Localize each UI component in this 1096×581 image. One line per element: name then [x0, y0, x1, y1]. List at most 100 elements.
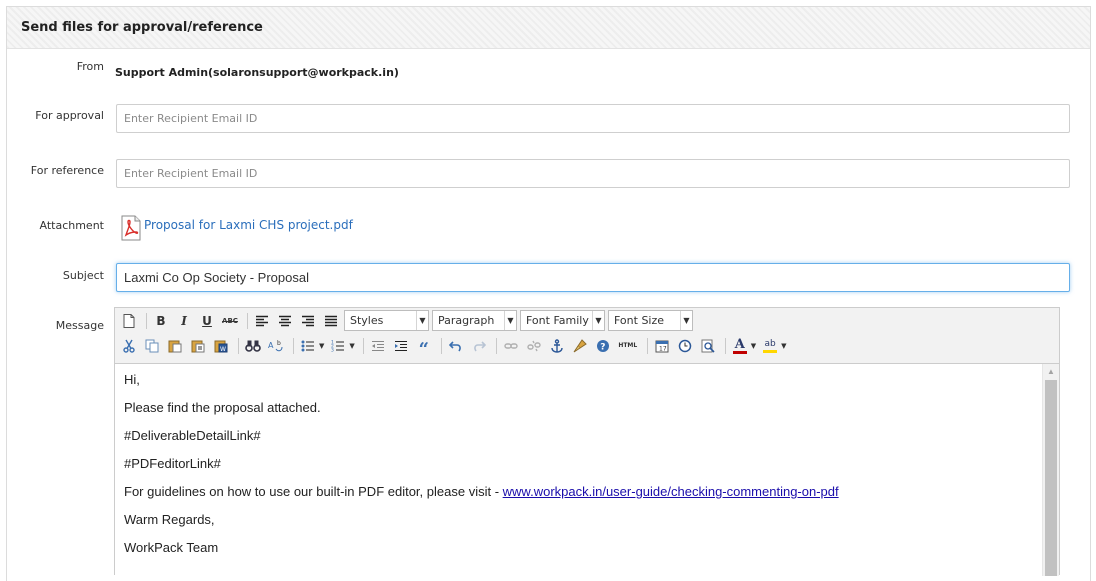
svg-text:b: b	[277, 340, 281, 347]
find-icon[interactable]	[243, 336, 263, 356]
bullet-list-icon[interactable]	[298, 336, 318, 356]
chevron-down-icon[interactable]: ▼	[781, 342, 786, 350]
attachment-item[interactable]: Proposal for Laxmi CHS project.pdf	[120, 215, 353, 241]
anchor-icon[interactable]	[547, 336, 567, 356]
message-signature: WorkPack Team	[124, 540, 219, 555]
svg-text:A: A	[268, 341, 274, 350]
underline-icon[interactable]: U	[197, 311, 217, 331]
outdent-icon[interactable]	[368, 336, 388, 356]
redo-icon[interactable]	[469, 336, 489, 356]
scroll-up-icon[interactable]: ▲	[1043, 364, 1059, 379]
chevron-down-icon[interactable]: ▼	[319, 342, 324, 350]
toolbar-separator	[646, 337, 648, 354]
text-color-bar	[732, 350, 747, 354]
numbered-list-icon[interactable]: 123	[328, 336, 348, 356]
bold-icon[interactable]: B	[151, 311, 171, 331]
toolbar-separator	[247, 312, 248, 329]
new-document-icon[interactable]	[119, 311, 139, 331]
insert-date-icon[interactable]: 17	[652, 336, 672, 356]
subject-label: Subject	[62, 269, 104, 282]
indent-icon[interactable]	[391, 336, 411, 356]
for-reference-input[interactable]	[116, 159, 1070, 188]
styles-select[interactable]: Styles ▼	[344, 310, 429, 331]
editor-toolbar-row-2: W Ab ▼ 123 ▼ “ ? HTML 17 A ▼ ab ▼	[115, 333, 1059, 360]
help-icon[interactable]: ?	[593, 336, 613, 356]
chevron-down-icon: ▼	[680, 311, 692, 330]
cleanup-icon[interactable]	[570, 336, 590, 356]
toolbar-separator	[362, 337, 364, 354]
italic-icon[interactable]: I	[174, 311, 194, 331]
message-label: Message	[55, 319, 104, 332]
editor-content[interactable]: Hi, Please find the proposal attached. #…	[115, 363, 1059, 576]
font-size-select-label: Font Size	[614, 314, 665, 327]
from-label: From	[76, 60, 104, 73]
align-left-icon[interactable]	[252, 311, 272, 331]
chevron-down-icon[interactable]: ▼	[349, 342, 354, 350]
toolbar-separator	[293, 337, 294, 354]
font-family-select[interactable]: Font Family ▼	[520, 310, 605, 331]
unlink-icon[interactable]	[524, 336, 544, 356]
svg-text:W: W	[220, 346, 226, 353]
paragraph-select[interactable]: Paragraph ▼	[432, 310, 517, 331]
preview-icon[interactable]	[698, 336, 718, 356]
pdf-file-icon	[121, 215, 141, 241]
highlight-color-icon[interactable]: ab	[760, 336, 780, 356]
from-value: Support Admin(solaronsupport@workpack.in…	[115, 66, 399, 79]
for-approval-label: For approval	[35, 109, 104, 122]
message-line-3: #PDFeditorLink#	[124, 456, 221, 471]
paste-icon[interactable]	[165, 336, 185, 356]
styles-select-label: Styles	[350, 314, 384, 327]
highlight-color-glyph: ab	[764, 338, 776, 349]
align-right-icon[interactable]	[298, 311, 318, 331]
message-greeting: Hi,	[124, 372, 140, 387]
toolbar-separator	[495, 337, 497, 354]
paste-word-icon[interactable]: W	[211, 336, 231, 356]
toolbar-separator	[440, 337, 442, 354]
font-family-select-label: Font Family	[526, 314, 589, 327]
chevron-down-icon: ▼	[592, 311, 604, 330]
attachment-link[interactable]: Proposal for Laxmi CHS project.pdf	[144, 218, 353, 232]
subject-input[interactable]	[116, 263, 1070, 292]
copy-icon[interactable]	[142, 336, 162, 356]
chevron-down-icon: ▼	[504, 311, 516, 330]
link-icon[interactable]	[501, 336, 521, 356]
chevron-down-icon[interactable]: ▼	[751, 342, 756, 350]
scrollbar-thumb[interactable]	[1045, 380, 1057, 576]
insert-time-icon[interactable]	[675, 336, 695, 356]
align-center-icon[interactable]	[275, 311, 295, 331]
message-editor: B I U ABC Styles ▼ Paragraph ▼ Font Fami…	[114, 307, 1060, 576]
align-justify-icon[interactable]	[321, 311, 341, 331]
blockquote-icon[interactable]: “	[414, 336, 434, 360]
user-guide-link[interactable]: www.workpack.in/user-guide/checking-comm…	[503, 484, 839, 499]
attachment-label: Attachment	[39, 219, 105, 232]
font-size-select[interactable]: Font Size ▼	[608, 310, 693, 331]
text-color-icon[interactable]: A	[730, 336, 750, 356]
undo-icon[interactable]	[446, 336, 466, 356]
svg-text:17: 17	[659, 345, 667, 352]
for-approval-input[interactable]	[116, 104, 1070, 133]
toolbar-separator	[724, 337, 726, 354]
svg-text:3: 3	[331, 347, 334, 352]
message-line-1: Please find the proposal attached.	[124, 400, 321, 415]
svg-text:?: ?	[600, 342, 605, 352]
panel-header: Send files for approval/reference	[7, 7, 1090, 49]
panel-title: Send files for approval/reference	[21, 20, 263, 35]
message-line-4-prefix: For guidelines on how to use our built-i…	[124, 484, 503, 499]
toolbar-separator	[146, 312, 147, 329]
message-line-2: #DeliverableDetailLink#	[124, 428, 261, 443]
for-reference-label: For reference	[30, 164, 104, 177]
message-closing: Warm Regards,	[124, 512, 215, 527]
replace-icon[interactable]: Ab	[266, 336, 286, 356]
editor-toolbar-row-1: B I U ABC Styles ▼ Paragraph ▼ Font Fami…	[115, 308, 1059, 333]
chevron-down-icon: ▼	[416, 311, 428, 330]
toolbar-separator	[238, 337, 239, 354]
cut-icon[interactable]	[119, 336, 139, 356]
message-line-4: For guidelines on how to use our built-i…	[124, 484, 839, 499]
strikethrough-icon[interactable]: ABC	[220, 311, 240, 331]
highlight-color-bar	[763, 349, 778, 353]
text-color-glyph: A	[734, 336, 745, 352]
editor-scrollbar[interactable]: ▲	[1042, 364, 1059, 576]
paste-text-icon[interactable]	[188, 336, 208, 356]
html-source-icon[interactable]: HTML	[616, 336, 640, 356]
paragraph-select-label: Paragraph	[438, 314, 495, 327]
